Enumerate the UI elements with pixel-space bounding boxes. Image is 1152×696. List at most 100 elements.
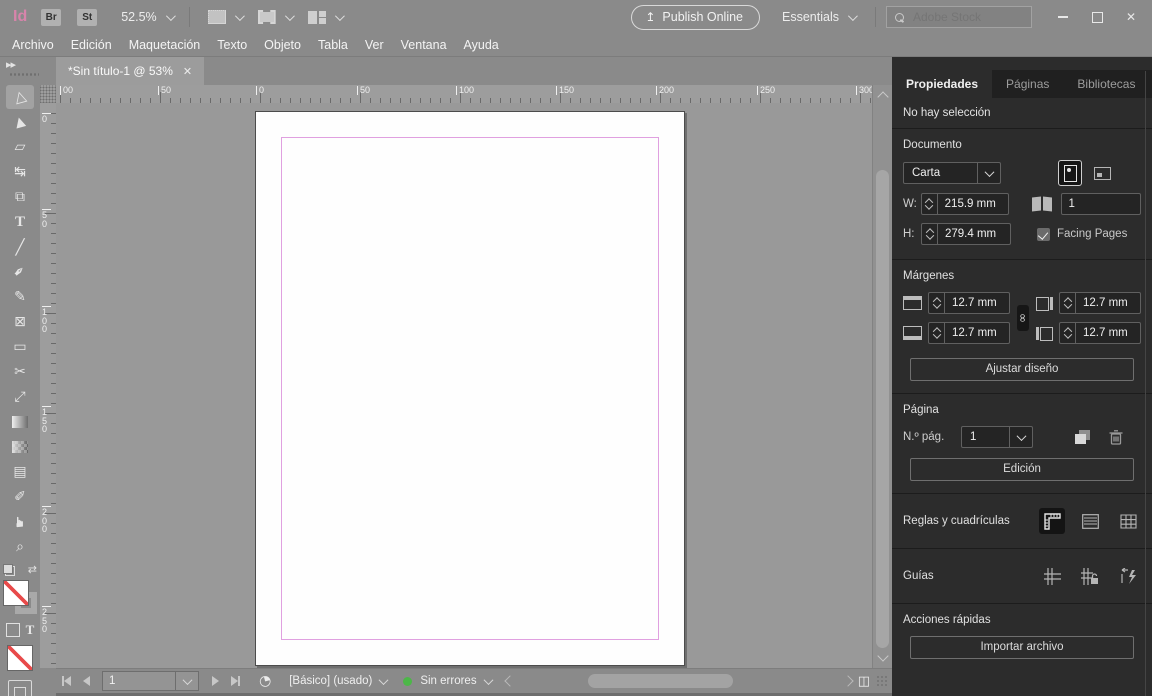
rectangle-tool[interactable]: ▭ <box>6 335 34 359</box>
panel-tab-propiedades[interactable]: Propiedades <box>892 70 992 98</box>
swap-fill-stroke-icon[interactable]: ⇄ <box>28 563 37 576</box>
pen-tool[interactable]: ✒ <box>6 260 34 284</box>
vertical-scrollbar[interactable] <box>872 85 893 668</box>
workspace-switcher[interactable]: Essentials <box>782 10 855 24</box>
menu-ventana[interactable]: Ventana <box>401 38 447 52</box>
apply-none-button[interactable] <box>7 645 33 671</box>
menu-archivo[interactable]: Archivo <box>12 38 54 52</box>
eyedropper-tool[interactable]: ✐ <box>6 485 34 509</box>
horizontal-scrollbar-track[interactable] <box>518 673 840 689</box>
margin-left-field[interactable]: 12.7 mm <box>1059 322 1141 344</box>
hand-tool[interactable]: ☛ <box>6 510 34 534</box>
selection-tool[interactable]: ▷ <box>6 85 34 109</box>
publish-online-button[interactable]: ↥ Publish Online <box>631 5 760 30</box>
toolbar-grip[interactable] <box>9 72 39 77</box>
link-margins-button[interactable]: ∞ <box>1017 305 1029 331</box>
menu-maquetacion[interactable]: Maquetación <box>129 38 201 52</box>
preflight-status-dropdown[interactable]: Sin errores <box>403 675 491 687</box>
margin-bottom-field[interactable]: 12.7 mm <box>928 322 1010 344</box>
frame-tool[interactable]: ⊠ <box>6 310 34 334</box>
add-page-icon[interactable] <box>1075 430 1091 444</box>
vertical-scrollbar-thumb[interactable] <box>876 170 889 648</box>
margin-top-stepper[interactable] <box>929 293 945 313</box>
menu-edicion[interactable]: Edición <box>71 38 112 52</box>
height-field[interactable]: 279.4 mm <box>921 223 1011 245</box>
scroll-right-icon[interactable] <box>842 675 853 686</box>
collapse-panels-icon[interactable]: ▸▸ <box>6 58 15 71</box>
menu-texto[interactable]: Texto <box>217 38 247 52</box>
width-stepper[interactable] <box>922 194 938 214</box>
menu-ver[interactable]: Ver <box>365 38 384 52</box>
delete-page-icon[interactable] <box>1109 430 1123 445</box>
bridge-button[interactable]: Br <box>41 9 61 26</box>
show-guides-button[interactable] <box>1039 563 1065 589</box>
last-page-button[interactable] <box>225 672 245 690</box>
facing-pages-checkbox[interactable] <box>1037 228 1050 241</box>
page-number-dropdown[interactable]: 1 <box>961 426 1033 448</box>
horizontal-ruler[interactable]: 0050050100150200250300 <box>56 85 872 103</box>
content-collector-tool[interactable]: ⧉ <box>6 185 34 209</box>
note-tool[interactable]: ▤ <box>6 460 34 484</box>
menu-ayuda[interactable]: Ayuda <box>464 38 499 52</box>
adobe-stock-search[interactable] <box>886 6 1032 28</box>
scroll-down-icon[interactable] <box>877 650 888 661</box>
panel-tab-bibliotecas[interactable]: Bibliotecas <box>1063 70 1149 98</box>
first-page-button[interactable] <box>56 672 76 690</box>
zoom-tool[interactable]: ⌕ <box>6 535 34 559</box>
free-transform-tool[interactable]: ⤢ <box>6 385 34 409</box>
previous-page-button[interactable] <box>76 672 96 690</box>
maximize-button[interactable] <box>1080 4 1114 30</box>
units-increments-dropdown[interactable] <box>208 10 242 24</box>
zoom-level-dropdown[interactable]: 52.5% <box>121 10 172 24</box>
fill-swatch[interactable] <box>3 580 29 606</box>
margin-right-stepper[interactable] <box>1060 293 1076 313</box>
preflight-profile-dropdown[interactable]: [Básico] (usado) <box>289 675 387 687</box>
ruler-corner[interactable] <box>40 85 56 103</box>
document-page[interactable] <box>255 111 685 666</box>
baseline-grid-button[interactable] <box>1077 508 1103 534</box>
search-input[interactable] <box>911 9 1005 25</box>
lock-guides-button[interactable] <box>1077 563 1103 589</box>
stock-button[interactable]: St <box>77 9 97 26</box>
document-tab[interactable]: *Sin título-1 @ 53% ✕ <box>56 57 204 85</box>
page-tool[interactable]: ▱ <box>6 135 34 159</box>
margin-bottom-stepper[interactable] <box>929 323 945 343</box>
menu-tabla[interactable]: Tabla <box>318 38 348 52</box>
gradient-tool[interactable] <box>6 410 34 434</box>
page-number-select[interactable]: 1 <box>102 671 199 691</box>
pasteboard[interactable] <box>56 103 872 668</box>
orientation-portrait-button[interactable] <box>1059 161 1081 185</box>
default-fill-stroke-icon[interactable] <box>3 564 15 576</box>
scroll-up-icon[interactable] <box>877 91 888 102</box>
line-tool[interactable]: ╱ <box>6 235 34 259</box>
horizontal-scrollbar[interactable]: ◫ <box>506 669 892 693</box>
menu-objeto[interactable]: Objeto <box>264 38 301 52</box>
margin-left-stepper[interactable] <box>1060 323 1076 343</box>
pages-count-field[interactable]: 1 <box>1061 193 1141 215</box>
margin-top-field[interactable]: 12.7 mm <box>928 292 1010 314</box>
show-rulers-button[interactable] <box>1039 508 1065 534</box>
formatting-affects-text-icon[interactable]: T <box>26 622 35 638</box>
import-file-button[interactable]: Importar archivo <box>910 636 1134 659</box>
document-grid-button[interactable] <box>1115 508 1141 534</box>
smart-guides-button[interactable] <box>1115 563 1141 589</box>
gap-tool[interactable]: ↹ <box>6 160 34 184</box>
gradient-feather-tool[interactable] <box>6 435 34 459</box>
page-size-select[interactable]: Carta <box>903 162 1001 184</box>
orientation-landscape-button[interactable] <box>1091 161 1113 185</box>
width-field[interactable]: 215.9 mm <box>921 193 1009 215</box>
pencil-tool[interactable]: ✎ <box>6 285 34 309</box>
screen-mode-dropdown[interactable] <box>308 11 342 24</box>
vertical-ruler[interactable]: 050100150200250 <box>40 103 56 668</box>
minimize-button[interactable] <box>1046 4 1080 30</box>
adjust-layout-button[interactable]: Ajustar diseño <box>910 358 1134 381</box>
close-button[interactable]: ✕ <box>1114 4 1148 30</box>
panel-tab-paginas[interactable]: Páginas <box>992 70 1063 98</box>
margin-right-field[interactable]: 12.7 mm <box>1059 292 1141 314</box>
edit-page-button[interactable]: Edición <box>910 458 1134 481</box>
horizontal-scrollbar-thumb[interactable] <box>588 674 733 688</box>
height-stepper[interactable] <box>922 224 938 244</box>
formatting-affects-container-icon[interactable] <box>6 623 20 637</box>
direct-selection-tool[interactable]: ▶ <box>6 110 34 134</box>
scissors-tool[interactable]: ✂ <box>6 360 34 384</box>
